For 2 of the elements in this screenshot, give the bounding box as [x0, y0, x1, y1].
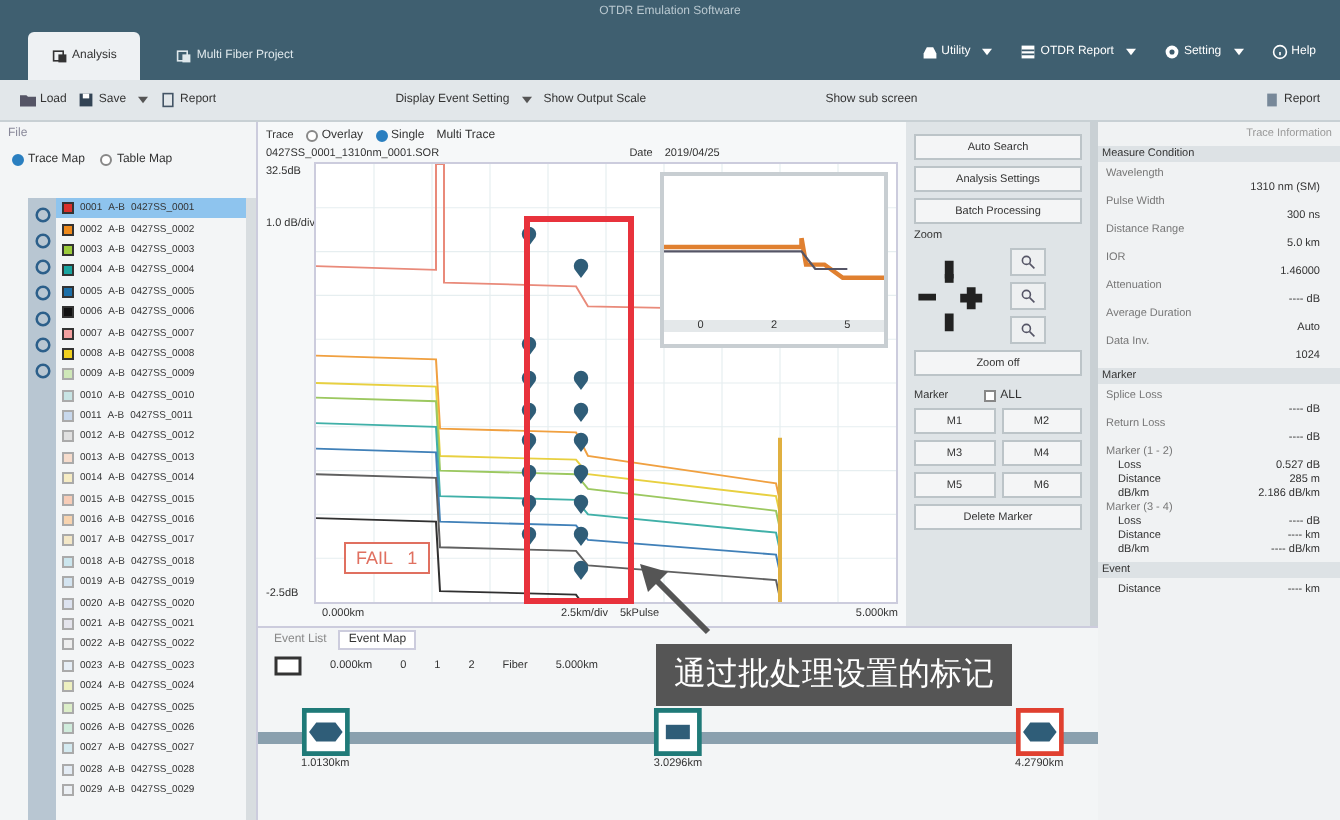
callout-label: 通过批处理设置的标记 [656, 644, 1012, 706]
fail-label: FAIL 1 [344, 542, 430, 574]
